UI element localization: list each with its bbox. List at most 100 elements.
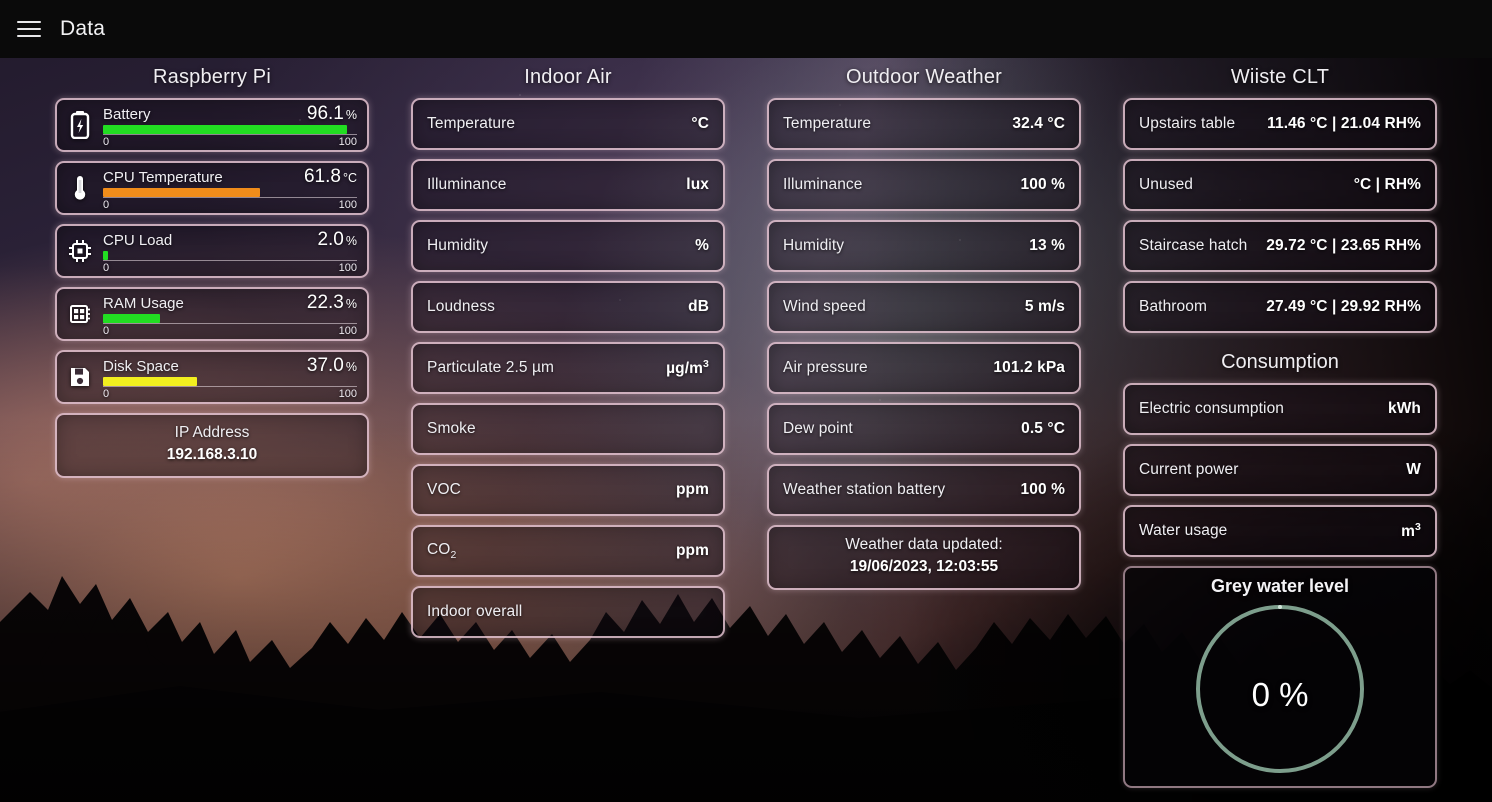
- row-label: Smoke: [427, 420, 476, 437]
- row-label: Loudness: [427, 298, 496, 315]
- grey-water-level-value: 0 %: [1251, 675, 1309, 713]
- gauge-min: 0: [103, 198, 110, 211]
- row-label: Bathroom: [1139, 298, 1207, 315]
- indoor-row-smoke[interactable]: Smoke: [411, 403, 725, 455]
- thermometer-icon: [65, 173, 95, 203]
- weather-updated-label: Weather data updated:: [845, 536, 1003, 553]
- column-raspberry-pi: Raspberry Pi Battery 96.1% 0 100 CPU Tem…: [34, 58, 390, 802]
- gauge-fill: [103, 313, 160, 323]
- indoor-row-particulate-2-5[interactable]: Particulate 2.5 µm µg/m3: [411, 342, 725, 394]
- gauge-track: [103, 313, 357, 324]
- row-label: Weather station battery: [783, 481, 946, 498]
- gauge-card-cpu-load[interactable]: CPU Load 2.0% 0 100: [55, 224, 369, 278]
- dashboard-grid: Raspberry Pi Battery 96.1% 0 100 CPU Tem…: [0, 58, 1492, 802]
- wiiste-row-unused[interactable]: Unused °C | RH%: [1123, 159, 1437, 211]
- row-value: 32.4 °C: [1012, 115, 1065, 132]
- gauge-min: 0: [103, 387, 110, 400]
- outdoor-row-illuminance[interactable]: Illuminance 100 %: [767, 159, 1081, 211]
- row-value: 0.5 °C: [1021, 420, 1065, 437]
- outdoor-row-dew-point[interactable]: Dew point 0.5 °C: [767, 403, 1081, 455]
- column-title-indoor-air: Indoor Air: [524, 66, 612, 88]
- dashboard-screen: Data Raspberry Pi Battery 96.1% 0 100 CP…: [0, 0, 1492, 802]
- weather-updated-card[interactable]: Weather data updated: 19/06/2023, 12:03:…: [767, 525, 1081, 590]
- indoor-row-temperature[interactable]: Temperature °C: [411, 98, 725, 150]
- gauge-fill: [103, 376, 197, 386]
- row-value: 27.49 °C | 29.92 RH%: [1266, 298, 1421, 315]
- page-title: Data: [60, 17, 106, 40]
- row-label: CO2: [427, 540, 457, 562]
- gauge-min: 0: [103, 135, 110, 148]
- gauge-value: 96.1: [306, 102, 344, 124]
- gauge-max: 100: [338, 198, 357, 211]
- column-title-raspberry-pi: Raspberry Pi: [153, 66, 271, 88]
- consumption-row-water-usage[interactable]: Water usage m3: [1123, 505, 1437, 557]
- row-label: Unused: [1139, 176, 1194, 193]
- indoor-row-co2[interactable]: CO2 ppm: [411, 525, 725, 577]
- grey-water-level-title: Grey water level: [1210, 576, 1350, 596]
- consumption-row-current-power[interactable]: Current power W: [1123, 444, 1437, 496]
- row-label: Illuminance: [427, 176, 507, 193]
- ip-address-label: IP Address: [174, 424, 250, 441]
- row-value: m3: [1401, 520, 1421, 541]
- row-value: 29.72 °C | 23.65 RH%: [1266, 237, 1421, 254]
- outdoor-row-wind-speed[interactable]: Wind speed 5 m/s: [767, 281, 1081, 333]
- gauge-card-disk-space[interactable]: Disk Space 37.0% 0 100: [55, 350, 369, 404]
- indoor-row-voc[interactable]: VOC ppm: [411, 464, 725, 516]
- consumption-row-electric[interactable]: Electric consumption kWh: [1123, 383, 1437, 435]
- gauge-max: 100: [338, 261, 357, 274]
- floppy-disk-icon: [65, 362, 95, 392]
- hamburger-menu-icon[interactable]: [14, 14, 44, 44]
- row-value: 100 %: [1020, 481, 1065, 498]
- row-value: ppm: [675, 542, 709, 559]
- wiiste-row-bathroom[interactable]: Bathroom 27.49 °C | 29.92 RH%: [1123, 281, 1437, 333]
- gauge-value: 61.8: [303, 165, 341, 187]
- row-value: 5 m/s: [1024, 298, 1065, 315]
- gauge-min: 0: [103, 261, 110, 274]
- label-subscript: 2: [450, 549, 457, 562]
- outdoor-row-temperature[interactable]: Temperature 32.4 °C: [767, 98, 1081, 150]
- gauge-unit: °C: [342, 170, 357, 185]
- ip-address-card[interactable]: IP Address 192.168.3.10: [55, 413, 369, 478]
- outdoor-row-weather-station-battery[interactable]: Weather station battery 100 %: [767, 464, 1081, 516]
- gauge-card-battery[interactable]: Battery 96.1% 0 100: [55, 98, 369, 152]
- wiiste-row-upstairs-table[interactable]: Upstairs table 11.46 °C | 21.04 RH%: [1123, 98, 1437, 150]
- indoor-row-loudness[interactable]: Loudness dB: [411, 281, 725, 333]
- row-value: kWh: [1387, 400, 1421, 417]
- outdoor-row-humidity[interactable]: Humidity 13 %: [767, 220, 1081, 272]
- row-value: µg/m3: [666, 357, 709, 378]
- row-value: °C | RH%: [1353, 176, 1421, 193]
- indoor-row-humidity[interactable]: Humidity %: [411, 220, 725, 272]
- gauge-value: 37.0: [306, 354, 344, 376]
- row-label: Electric consumption: [1139, 400, 1285, 417]
- gauge-max: 100: [338, 324, 357, 337]
- gauge-value: 22.3: [306, 291, 344, 313]
- indoor-row-indoor-overall[interactable]: Indoor overall: [411, 586, 725, 638]
- outdoor-row-air-pressure[interactable]: Air pressure 101.2 kPa: [767, 342, 1081, 394]
- row-label: Water usage: [1139, 522, 1228, 539]
- row-label: Indoor overall: [427, 603, 523, 620]
- row-label: Temperature: [783, 115, 872, 132]
- grey-water-level-card[interactable]: Grey water level 0 %: [1123, 566, 1437, 788]
- column-outdoor-weather: Outdoor Weather Temperature 32.4 °C Illu…: [746, 58, 1102, 802]
- row-value: 100 %: [1020, 176, 1065, 193]
- gauge-fill: [103, 250, 109, 260]
- gauge-card-ram-usage[interactable]: RAM Usage 22.3% 0 100: [55, 287, 369, 341]
- gauge-max: 100: [338, 387, 357, 400]
- gauge-unit: %: [345, 296, 357, 311]
- column-wiiste-clt: Wiiste CLT Upstairs table 11.46 °C | 21.…: [1102, 58, 1458, 802]
- grey-water-ring-gauge: 0 %: [1184, 599, 1376, 783]
- column-title-outdoor-weather: Outdoor Weather: [845, 66, 1003, 88]
- row-label: Upstairs table: [1139, 115, 1236, 132]
- wiiste-row-staircase-hatch[interactable]: Staircase hatch 29.72 °C | 23.65 RH%: [1123, 220, 1437, 272]
- indoor-row-illuminance[interactable]: Illuminance lux: [411, 159, 725, 211]
- row-value: 11.46 °C | 21.04 RH%: [1267, 115, 1421, 132]
- row-label: Air pressure: [783, 359, 868, 376]
- row-label: Wind speed: [783, 298, 866, 315]
- row-value: ppm: [675, 481, 709, 498]
- memory-chip-icon: [65, 299, 95, 329]
- unit-superscript: 3: [703, 357, 709, 370]
- row-label: Staircase hatch: [1139, 237, 1248, 254]
- gauge-card-cpu-temperature[interactable]: CPU Temperature 61.8 °C 0 100: [55, 161, 369, 215]
- row-label: Illuminance: [783, 176, 863, 193]
- weather-updated-timestamp: 19/06/2023, 12:03:55: [849, 558, 999, 576]
